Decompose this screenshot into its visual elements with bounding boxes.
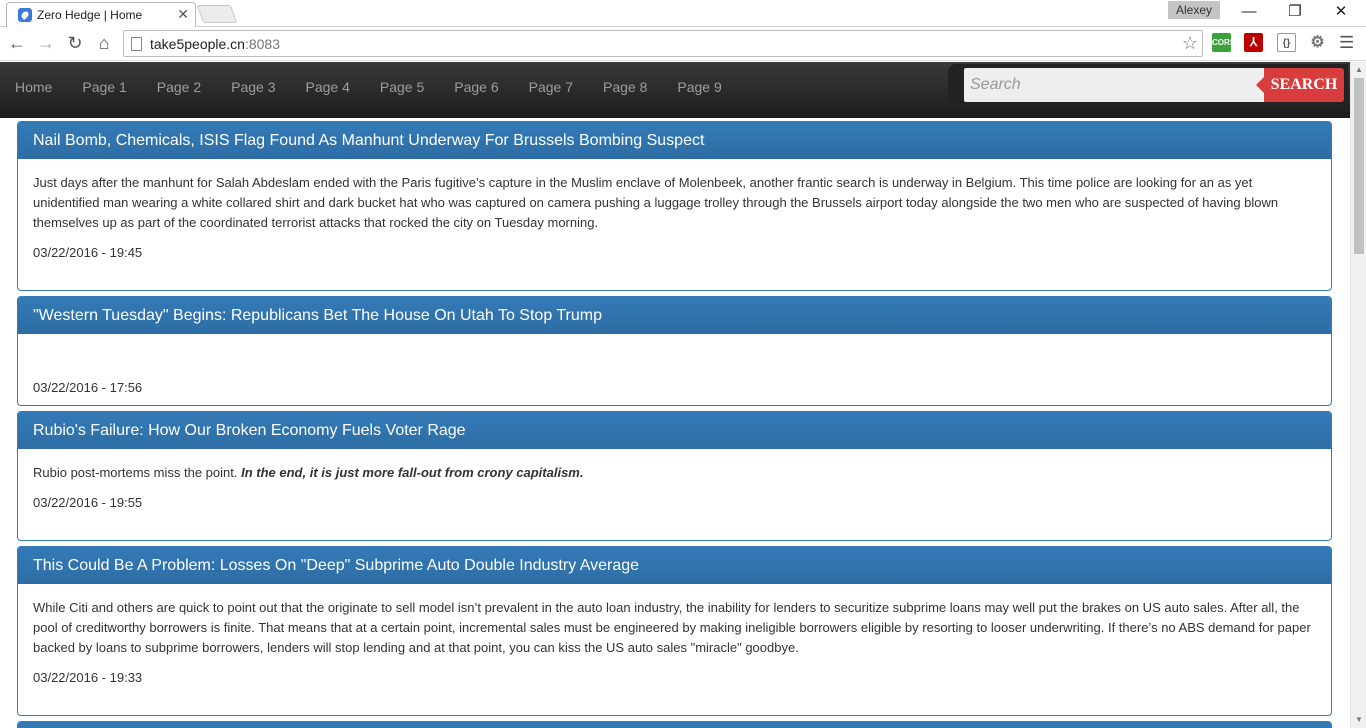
page-icon [131,37,142,51]
tab-title: Zero Hedge | Home [37,8,143,22]
window-minimize-button[interactable]: — [1226,0,1272,26]
home-icon[interactable]: ⌂ [92,31,116,55]
search-button[interactable]: SEARCH [1256,68,1344,102]
article-body: While Citi and others are quick to point… [18,584,1331,688]
json-extension-icon[interactable]: {} [1277,33,1296,52]
article-panel: Rubio's Failure: How Our Broken Economy … [17,411,1332,541]
window-close-button[interactable]: ✕ [1318,0,1364,26]
cors-extension-icon[interactable]: CORS [1212,33,1235,52]
page-scrollbar[interactable]: ▲ ▼ [1350,62,1366,728]
article-body: 03/22/2016 - 17:56 [18,334,1331,398]
nav-link-page-1[interactable]: Page 1 [67,62,141,112]
browser-menu-icon[interactable]: ☰ [1339,33,1354,52]
article-summary-emphasis: In the end, it is just more fall-out fro… [241,465,584,480]
nav-links: Home Page 1 Page 2 Page 3 Page 4 Page 5 … [0,62,737,112]
search-form: SEARCH [948,64,1348,110]
back-arrow-icon[interactable]: ← [5,31,29,55]
browser-titlebar: Zero Hedge | Home ✕ Alexey — ❐ ✕ [0,0,1366,27]
article-summary: Rubio post-mortems miss the point. In th… [33,463,1316,483]
url-port: :8083 [244,36,281,52]
nav-link-page-8[interactable]: Page 8 [588,62,662,112]
settings-extension-icon[interactable]: ⚙ [1308,33,1327,52]
tab-close-icon[interactable]: ✕ [177,7,189,21]
profile-user-badge[interactable]: Alexey [1168,1,1220,19]
nav-link-page-5[interactable]: Page 5 [365,62,439,112]
site-favicon-icon [18,8,32,22]
article-summary [33,348,1316,368]
article-title[interactable]: This Could Be A Problem: Losses On "Deep… [18,547,1331,584]
article-date: 03/22/2016 - 19:33 [33,670,143,685]
scrollbar-thumb[interactable] [1354,78,1364,254]
window-restore-button[interactable]: ❐ [1272,0,1318,26]
nav-link-page-3[interactable]: Page 3 [216,62,290,112]
address-bar[interactable]: take5people.cn:8083 ☆ [123,30,1203,57]
bookmark-star-icon[interactable]: ☆ [1182,33,1198,53]
browser-tab[interactable]: Zero Hedge | Home ✕ [6,2,196,27]
article-summary: While Citi and others are quick to point… [33,600,1311,655]
article-title[interactable]: "Western Tuesday" Begins: Republicans Be… [18,297,1331,334]
article-panel: This Could Be A Problem: Losses On "Deep… [17,546,1332,716]
article-body: Just days after the manhunt for Salah Ab… [18,159,1331,263]
article-title[interactable]: Nail Bomb, Chemicals, ISIS Flag Found As… [18,122,1331,159]
url-host: take5people.cn [150,36,245,52]
article-panel [17,721,1332,728]
nav-link-home[interactable]: Home [0,62,67,112]
site-navbar: Home Page 1 Page 2 Page 3 Page 4 Page 5 … [0,62,1350,118]
reload-icon[interactable]: ↻ [63,31,87,55]
nav-link-page-2[interactable]: Page 2 [142,62,216,112]
pdf-extension-icon[interactable]: ⅄ [1244,33,1263,52]
article-summary: Just days after the manhunt for Salah Ab… [33,175,1279,230]
article-title[interactable] [18,722,1331,728]
article-list: Nail Bomb, Chemicals, ISIS Flag Found As… [0,118,1350,728]
nav-link-page-4[interactable]: Page 4 [290,62,364,112]
article-summary-text: Rubio post-mortems miss the point. [33,465,238,480]
article-body: Rubio post-mortems miss the point. In th… [18,449,1331,513]
article-date: 03/22/2016 - 19:55 [33,495,143,510]
browser-toolbar: ← → ↻ ⌂ take5people.cn:8083 ☆ CORS ⅄ {} … [0,27,1366,61]
article-date: 03/22/2016 - 19:45 [33,245,143,260]
article-date: 03/22/2016 - 17:56 [33,380,143,395]
article-panel: "Western Tuesday" Begins: Republicans Be… [17,296,1332,406]
scroll-up-arrow-icon[interactable]: ▲ [1351,62,1366,78]
nav-link-page-6[interactable]: Page 6 [439,62,513,112]
scroll-down-arrow-icon[interactable]: ▼ [1351,712,1366,728]
article-panel: Nail Bomb, Chemicals, ISIS Flag Found As… [17,121,1332,291]
new-tab-button[interactable] [196,5,238,23]
search-input[interactable] [964,68,1264,102]
article-title[interactable]: Rubio's Failure: How Our Broken Economy … [18,412,1331,449]
nav-link-page-7[interactable]: Page 7 [514,62,588,112]
forward-arrow-icon[interactable]: → [34,31,58,55]
nav-link-page-9[interactable]: Page 9 [662,62,736,112]
url-text[interactable]: take5people.cn:8083 [150,36,280,52]
